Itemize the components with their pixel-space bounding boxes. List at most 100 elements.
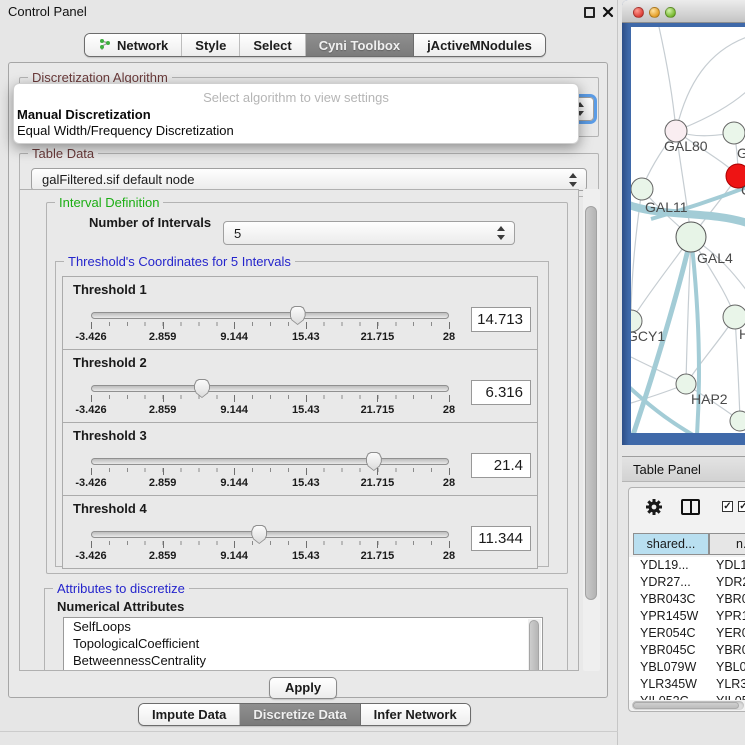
checkbox-icon[interactable]: ✓: [738, 501, 745, 512]
table-cell[interactable]: YPR145W: [629, 608, 709, 625]
threshold-label: Threshold 2: [73, 355, 147, 370]
close-icon[interactable]: [602, 6, 614, 18]
tab-label: jActiveMNodules: [427, 38, 532, 53]
scrollbar-thumb[interactable]: [585, 206, 597, 600]
table-row[interactable]: YDR27...YDR27: [629, 574, 745, 591]
menu-item-manual-discretization[interactable]: Manual Discretization: [17, 107, 577, 122]
slider-major-tick: [163, 395, 164, 402]
tick-label: 9.144: [220, 331, 248, 343]
network-window-titlebar[interactable]: [622, 0, 745, 23]
threshold-value-field[interactable]: 21.4: [471, 453, 531, 478]
slider-track[interactable]: [91, 385, 449, 392]
table-cell[interactable]: YIL05: [709, 693, 745, 700]
apply-button[interactable]: Apply: [269, 677, 337, 699]
list-item-selfloops[interactable]: SelfLoops: [64, 618, 542, 635]
numerical-attributes-list[interactable]: SelfLoopsTopologicalCoefficientBetweenne…: [63, 617, 543, 671]
table-row[interactable]: YBR045CYBR04: [629, 642, 745, 659]
table-hscrollbar[interactable]: [632, 701, 744, 710]
tab-network[interactable]: Network: [85, 34, 182, 56]
table-cell[interactable]: YPR14: [709, 608, 745, 625]
table-cell[interactable]: YLR345W: [629, 676, 709, 693]
table-cell[interactable]: YDR27...: [629, 574, 709, 591]
tab-label: Infer Network: [374, 707, 457, 722]
table-cell[interactable]: YBR043C: [629, 591, 709, 608]
table-row[interactable]: YDL19...YDL19: [629, 557, 745, 574]
tick-label: -3.426: [75, 477, 106, 489]
table-cell[interactable]: YIL052C: [629, 693, 709, 700]
table-cell[interactable]: YDL19: [709, 557, 745, 574]
slider-track[interactable]: [91, 312, 449, 319]
table-row[interactable]: YER054CYER05: [629, 625, 745, 642]
tab-infer-network[interactable]: Infer Network: [361, 704, 470, 725]
slider-major-tick: [91, 541, 92, 548]
popup-hint: Select algorithm to view settings: [14, 90, 578, 105]
threshold-panel-2: Threshold 2-3.4262.8599.14415.4321.71528…: [62, 349, 538, 423]
table-row[interactable]: YBL079WYBL07: [629, 659, 745, 676]
tick-label: -3.426: [75, 331, 106, 343]
tick-label: 2.859: [149, 477, 177, 489]
tab-jactivemnodules[interactable]: jActiveMNodules: [414, 34, 545, 56]
network-node[interactable]: [631, 178, 653, 200]
table-cell[interactable]: YLR34: [709, 676, 745, 693]
table-row[interactable]: YLR345WYLR34: [629, 676, 745, 693]
table-cell[interactable]: YDR27: [709, 574, 745, 591]
slider-tick-labels: -3.4262.8599.14415.4321.71528: [91, 477, 449, 490]
settings-scrollbar[interactable]: [583, 189, 600, 671]
table-cell[interactable]: YBR04: [709, 642, 745, 659]
tick-label: 15.43: [292, 550, 320, 562]
column-header-shared-name[interactable]: shared...: [633, 533, 709, 555]
minimize-window-icon[interactable]: [649, 7, 660, 18]
num-intervals-select[interactable]: 5: [223, 221, 515, 245]
list-item-betweennesscentrality[interactable]: BetweennessCentrality: [64, 652, 542, 669]
split-columns-icon[interactable]: [681, 499, 700, 515]
node-label: GAL80: [664, 138, 708, 154]
close-window-icon[interactable]: [633, 7, 644, 18]
table-cell[interactable]: YBL079W: [629, 659, 709, 676]
table-cell[interactable]: YBR04: [709, 591, 745, 608]
network-canvas[interactable]: GAL80GACGAL11GAL4GCY1HHAP2: [631, 27, 745, 433]
scrollbar-thumb[interactable]: [633, 702, 739, 709]
table-data-select[interactable]: galFiltered.sif default node: [31, 168, 587, 191]
network-node[interactable]: [723, 122, 745, 144]
threshold-value-field[interactable]: 6.316: [471, 380, 531, 405]
zoom-window-icon[interactable]: [665, 7, 676, 18]
network-node[interactable]: [676, 222, 706, 252]
table-cell[interactable]: YDL19...: [629, 557, 709, 574]
list-item-topologicalcoefficient[interactable]: TopologicalCoefficient: [64, 635, 542, 652]
slider-track[interactable]: [91, 531, 449, 538]
menu-item-equal-width-frequency[interactable]: Equal Width/Frequency Discretization: [17, 123, 577, 138]
group-title: Table Data: [28, 146, 98, 161]
tab-impute-data[interactable]: Impute Data: [139, 704, 240, 725]
list-scrollbar[interactable]: [528, 619, 541, 671]
attributes-group: Attributes to discretize Numerical Attri…: [44, 588, 568, 671]
table-cell[interactable]: YER054C: [629, 625, 709, 642]
table-row[interactable]: YIL052CYIL05: [629, 693, 745, 700]
tick-label: 21.715: [361, 477, 395, 489]
checkbox-icon[interactable]: ✓: [722, 501, 733, 512]
float-window-icon[interactable]: [584, 7, 595, 18]
table-cell[interactable]: YBL07: [709, 659, 745, 676]
table-row[interactable]: YBR043CYBR04: [629, 591, 745, 608]
table-toolbar: ✓ ✓: [629, 488, 745, 528]
threshold-value-field[interactable]: 14.713: [471, 307, 531, 332]
slider-major-tick: [377, 322, 378, 329]
slider-track[interactable]: [91, 458, 449, 465]
tab-label: Style: [195, 38, 226, 53]
gear-icon[interactable]: [645, 498, 663, 516]
table-cell[interactable]: YBR045C: [629, 642, 709, 659]
table-cell[interactable]: YER05: [709, 625, 745, 642]
scrollbar-thumb[interactable]: [529, 620, 539, 671]
algorithm-dropdown-popup: Select algorithm to view settings Manual…: [13, 83, 579, 144]
tab-discretize-data[interactable]: Discretize Data: [240, 704, 360, 725]
tab-style[interactable]: Style: [182, 34, 240, 56]
slider-minor-ticks: [91, 395, 450, 399]
column-header-name[interactable]: n...: [709, 533, 745, 555]
network-node[interactable]: [730, 411, 745, 431]
threshold-value-field[interactable]: 11.344: [471, 526, 531, 551]
tab-label: Impute Data: [152, 707, 226, 722]
tab-select[interactable]: Select: [240, 34, 305, 56]
tick-label: 2.859: [149, 404, 177, 416]
table-row[interactable]: YPR145WYPR14: [629, 608, 745, 625]
table-panel-titlebar: Table Panel: [622, 456, 745, 482]
tab-cyni-toolbox[interactable]: Cyni Toolbox: [306, 34, 414, 56]
